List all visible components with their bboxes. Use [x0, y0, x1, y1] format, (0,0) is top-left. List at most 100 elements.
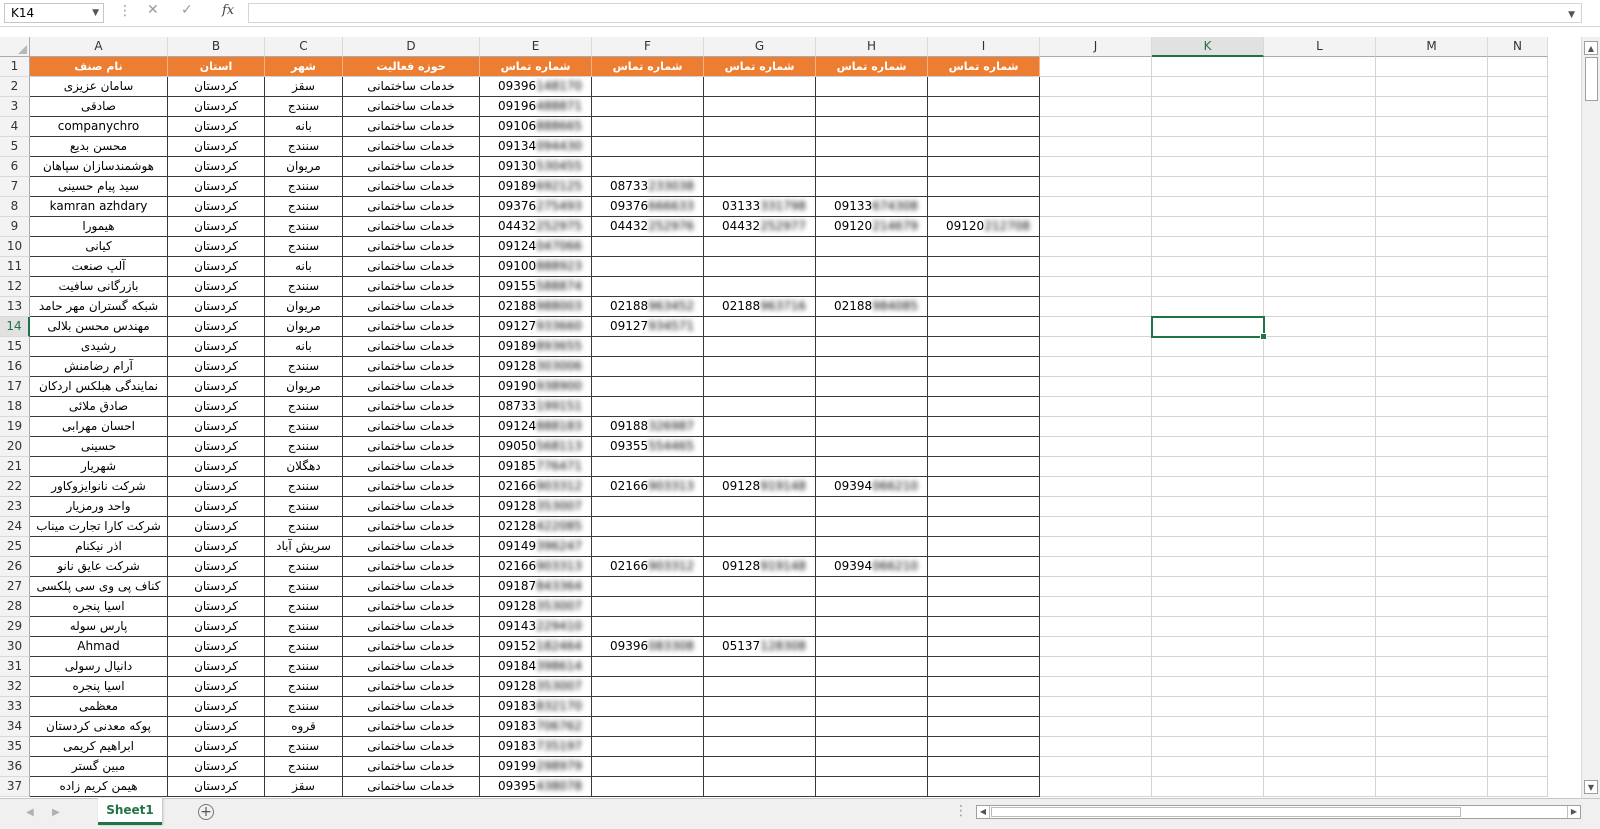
table-cell[interactable]: 09128353007 [480, 677, 592, 697]
table-cell[interactable] [1376, 117, 1488, 137]
column-header-m[interactable]: M [1376, 37, 1488, 57]
table-cell[interactable] [1264, 757, 1376, 777]
table-cell[interactable] [1376, 197, 1488, 217]
table-cell[interactable]: هیمورا [30, 217, 168, 237]
more-options-icon[interactable]: ⋮ [118, 3, 132, 19]
table-cell[interactable] [1264, 417, 1376, 437]
table-cell[interactable] [1152, 77, 1264, 97]
table-cell[interactable] [1152, 257, 1264, 277]
plus-circle-icon[interactable]: + [198, 804, 214, 820]
scroll-right-icon[interactable]: ▶ [1567, 806, 1580, 818]
table-cell[interactable] [816, 597, 928, 617]
table-cell[interactable] [704, 697, 816, 717]
table-cell[interactable] [1264, 317, 1376, 337]
table-cell[interactable] [1040, 557, 1152, 577]
table-cell[interactable]: مبین گستر [30, 757, 168, 777]
table-cell[interactable] [1488, 577, 1548, 597]
table-cell[interactable]: نمایندگی هبلکس اردکان [30, 377, 168, 397]
table-cell[interactable] [592, 137, 704, 157]
table-cell[interactable]: خدمات ساختمانی [343, 217, 480, 237]
row-header-12[interactable]: 12 [0, 277, 30, 297]
table-cell[interactable] [1376, 417, 1488, 437]
column-header-k[interactable]: K [1152, 37, 1264, 57]
table-cell[interactable]: 09120212708 [928, 217, 1040, 237]
table-cell[interactable] [1152, 677, 1264, 697]
table-cell[interactable] [928, 557, 1040, 577]
table-cell[interactable]: کردستان [168, 237, 265, 257]
row-header-34[interactable]: 34 [0, 717, 30, 737]
table-cell[interactable]: خدمات ساختمانی [343, 177, 480, 197]
table-cell[interactable] [1264, 597, 1376, 617]
table-cell[interactable] [1376, 137, 1488, 157]
table-cell[interactable] [704, 277, 816, 297]
table-cell[interactable] [928, 697, 1040, 717]
table-cell[interactable] [1040, 777, 1152, 797]
active-cell-selection[interactable] [1151, 316, 1267, 340]
header-cell[interactable]: شماره تماس [816, 57, 928, 77]
row-header-37[interactable]: 37 [0, 777, 30, 797]
table-cell[interactable] [1376, 517, 1488, 537]
table-cell[interactable]: کیانی [30, 237, 168, 257]
table-cell[interactable] [1152, 617, 1264, 637]
table-cell[interactable] [928, 337, 1040, 357]
table-cell[interactable] [1152, 437, 1264, 457]
table-cell[interactable] [816, 457, 928, 477]
table-cell[interactable]: 09376275493 [480, 197, 592, 217]
table-cell[interactable] [1376, 97, 1488, 117]
table-cell[interactable] [1264, 677, 1376, 697]
column-header-a[interactable]: A [30, 37, 168, 57]
table-cell[interactable] [1264, 337, 1376, 357]
table-cell[interactable] [592, 677, 704, 697]
table-cell[interactable] [1152, 117, 1264, 137]
table-cell[interactable] [1488, 177, 1548, 197]
table-cell[interactable] [1264, 617, 1376, 637]
row-header-36[interactable]: 36 [0, 757, 30, 777]
table-cell[interactable] [1152, 57, 1264, 77]
table-cell[interactable] [1040, 417, 1152, 437]
scroll-up-icon[interactable]: ▲ [1584, 41, 1598, 55]
table-cell[interactable] [816, 677, 928, 697]
table-cell[interactable] [1040, 97, 1152, 117]
row-header-1[interactable]: 1 [0, 57, 30, 77]
table-cell[interactable] [592, 717, 704, 737]
table-cell[interactable]: کردستان [168, 117, 265, 137]
row-header-22[interactable]: 22 [0, 477, 30, 497]
column-header-j[interactable]: J [1040, 37, 1152, 57]
table-cell[interactable] [1488, 117, 1548, 137]
table-cell[interactable]: 09183832170 [480, 697, 592, 717]
table-cell[interactable] [816, 157, 928, 177]
table-cell[interactable] [704, 657, 816, 677]
column-header-c[interactable]: C [265, 37, 343, 57]
table-cell[interactable]: خدمات ساختمانی [343, 277, 480, 297]
table-cell[interactable] [1264, 377, 1376, 397]
table-cell[interactable]: کردستان [168, 717, 265, 737]
table-cell[interactable] [704, 717, 816, 737]
table-cell[interactable]: خدمات ساختمانی [343, 137, 480, 157]
table-cell[interactable] [704, 117, 816, 137]
table-cell[interactable] [704, 537, 816, 557]
table-cell[interactable] [1488, 297, 1548, 317]
column-header-b[interactable]: B [168, 37, 265, 57]
table-cell[interactable]: خدمات ساختمانی [343, 457, 480, 477]
table-cell[interactable]: خدمات ساختمانی [343, 597, 480, 617]
table-cell[interactable] [1264, 577, 1376, 597]
table-cell[interactable] [1152, 777, 1264, 797]
table-cell[interactable]: خدمات ساختمانی [343, 637, 480, 657]
row-header-8[interactable]: 8 [0, 197, 30, 217]
table-cell[interactable]: 09128303006 [480, 357, 592, 377]
table-cell[interactable] [704, 437, 816, 457]
table-cell[interactable] [928, 477, 1040, 497]
table-cell[interactable]: سنندج [265, 697, 343, 717]
table-cell[interactable]: شهریار [30, 457, 168, 477]
table-cell[interactable] [1152, 577, 1264, 597]
table-cell[interactable]: صادقی [30, 97, 168, 117]
table-cell[interactable] [1152, 217, 1264, 237]
table-cell[interactable] [592, 737, 704, 757]
table-cell[interactable] [1264, 157, 1376, 177]
table-cell[interactable]: 09187843364 [480, 577, 592, 597]
table-cell[interactable]: 02188988003 [480, 297, 592, 317]
table-cell[interactable] [592, 257, 704, 277]
table-cell[interactable] [816, 697, 928, 717]
table-cell[interactable]: 09128353007 [480, 497, 592, 517]
table-cell[interactable] [928, 737, 1040, 757]
